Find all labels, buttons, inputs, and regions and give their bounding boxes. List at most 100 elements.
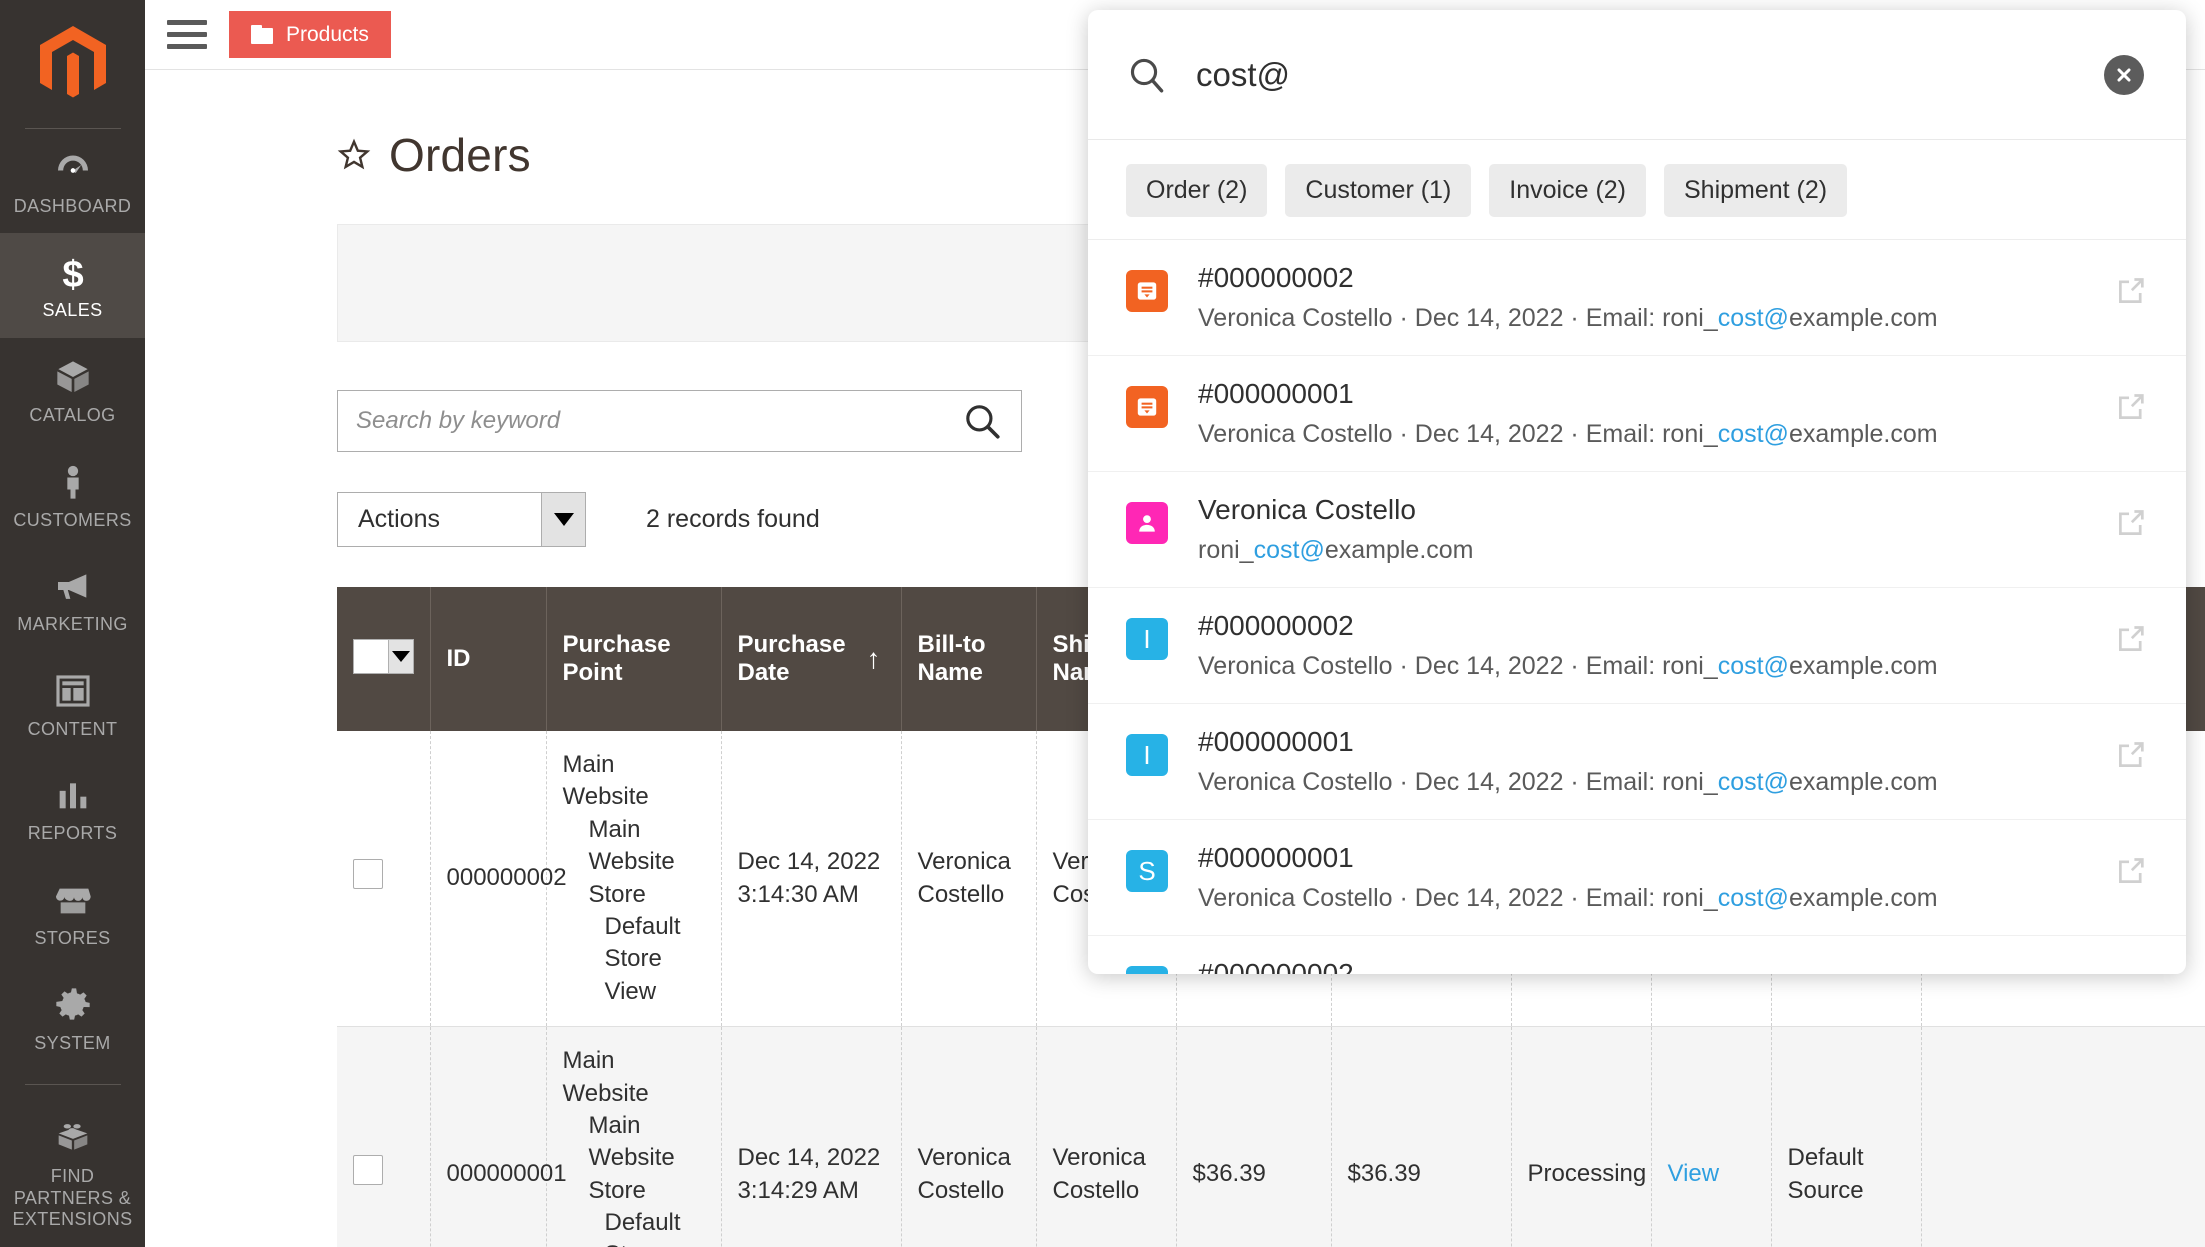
close-icon bbox=[2117, 67, 2131, 82]
external-link-icon[interactable] bbox=[2114, 506, 2148, 545]
row-checkbox[interactable] bbox=[353, 1154, 383, 1185]
purchase-point-line-1: Main Website bbox=[562, 1047, 649, 1107]
search-result-item[interactable]: #000000002 Veronica Costello · Dec 14, 20… bbox=[1088, 240, 2186, 356]
gear-icon bbox=[53, 984, 93, 1026]
sidebar-divider-bottom bbox=[24, 1084, 121, 1086]
result-text: #000000002 Veronica Costello · Dec 14, 20… bbox=[1198, 610, 2084, 681]
svg-text:$: $ bbox=[62, 253, 83, 292]
keyword-search-box[interactable] bbox=[337, 390, 1022, 452]
sidebar-item-label: REPORTS bbox=[27, 823, 118, 844]
table-row[interactable]: 000000001 Main Website Main Website Store D… bbox=[337, 1026, 2205, 1247]
sidebar-item-reports[interactable]: REPORTS bbox=[0, 756, 145, 861]
magento-logo[interactable] bbox=[0, 0, 145, 128]
global-search-input[interactable] bbox=[1196, 55, 2104, 94]
sidebar-item-dashboard[interactable]: DASHBOARD bbox=[0, 129, 145, 234]
column-header-purchase_point[interactable]: Purchase Point bbox=[546, 587, 722, 731]
sidebar-item-label: FIND PARTNERS & EXTENSIONS bbox=[12, 1166, 133, 1230]
close-circle-icon[interactable] bbox=[2104, 54, 2144, 95]
box-icon bbox=[53, 356, 93, 398]
result-subtitle-suffix: example.com bbox=[1788, 884, 1938, 912]
result-subtitle-suffix: example.com bbox=[1788, 304, 1938, 332]
magento-logo-icon bbox=[39, 25, 106, 98]
magnifier-icon[interactable] bbox=[961, 400, 1003, 442]
search-input[interactable] bbox=[356, 407, 961, 435]
sidebar-item-catalog[interactable]: CATALOG bbox=[0, 338, 145, 443]
chevron-down-icon[interactable] bbox=[388, 639, 413, 673]
search-filter-tab-invoice[interactable]: Invoice (2) bbox=[1489, 164, 1646, 217]
column-header-label: ID bbox=[446, 645, 471, 672]
result-text: #000000001 Veronica Costello · Dec 14, 20… bbox=[1198, 726, 2084, 797]
cell-purchase-point: Main WebsiteMain Website StoreDefault St… bbox=[546, 731, 722, 1028]
sidebar-item-stores[interactable]: STORES bbox=[0, 861, 145, 966]
result-subtitle-highlight: cost@ bbox=[1717, 768, 1789, 796]
cell-ship-to-name: Veronica Costello bbox=[1036, 1026, 1177, 1247]
select-all-checkbox[interactable] bbox=[354, 639, 388, 673]
page-title: Orders bbox=[389, 129, 531, 181]
folder-icon bbox=[251, 25, 273, 44]
actions-dropdown[interactable]: Actions bbox=[337, 492, 586, 547]
sidebar-item-system[interactable]: SYSTEM bbox=[0, 966, 145, 1071]
search-filter-tab-customer[interactable]: Customer (1) bbox=[1285, 164, 1472, 217]
cell-id: 000000001 bbox=[430, 1026, 567, 1247]
actions-dropdown-label: Actions bbox=[338, 493, 541, 546]
search-result-item[interactable]: S #000000001 Veronica Costello · Dec 14, 2… bbox=[1088, 820, 2186, 936]
external-link-icon[interactable] bbox=[2114, 390, 2148, 429]
external-link-icon[interactable] bbox=[2114, 738, 2148, 777]
search-result-item[interactable]: S #000000002Veronica Costello · Dec 14, 2… bbox=[1088, 936, 2186, 974]
result-subtitle-suffix: example.com bbox=[1788, 652, 1938, 680]
cell-extra bbox=[1921, 1026, 2205, 1247]
products-button-label: Products bbox=[286, 22, 369, 46]
invoice-letter-icon: I bbox=[1143, 740, 1151, 770]
search-filter-tab-order[interactable]: Order (2) bbox=[1126, 164, 1268, 217]
sidebar-item-label: CUSTOMERS bbox=[13, 509, 132, 530]
row-checkbox[interactable] bbox=[353, 858, 383, 889]
global-search-panel: Order (2) Customer (1) Invoice (2) Shipment… bbox=[1088, 10, 2186, 974]
result-subtitle-suffix: example.com bbox=[1324, 536, 1474, 564]
person-icon bbox=[53, 461, 93, 503]
global-search-field[interactable] bbox=[1088, 10, 2186, 140]
result-subtitle-prefix: Veronica Costello · Dec 14, 2022 · Email… bbox=[1198, 304, 1718, 332]
global-search-tabs: Order (2) Customer (1) Invoice (2) Shipment… bbox=[1088, 140, 2186, 240]
result-subtitle: Veronica Costello · Dec 14, 2022 · Email… bbox=[1198, 420, 2084, 449]
sidebar-item-customers[interactable]: CUSTOMERS bbox=[0, 443, 145, 548]
star-outline-icon[interactable] bbox=[337, 138, 371, 172]
external-link-icon[interactable] bbox=[2114, 970, 2148, 974]
purchase-point-line-2: Main Website Store bbox=[588, 1111, 675, 1204]
products-button[interactable]: Products bbox=[229, 11, 391, 58]
column-header-select[interactable] bbox=[337, 587, 431, 731]
external-link-icon[interactable] bbox=[2114, 274, 2148, 313]
result-text: #000000001 Veronica Costello · Dec 14, 20… bbox=[1198, 842, 2084, 913]
cell-grand-total-base: $36.39 bbox=[1176, 1026, 1332, 1247]
select-all-dropdown[interactable] bbox=[353, 638, 414, 674]
sidebar-item-content[interactable]: CONTENT bbox=[0, 652, 145, 757]
column-header-bill_to[interactable]: Bill-to Name bbox=[901, 587, 1037, 731]
result-subtitle-highlight: cost@ bbox=[1717, 652, 1789, 680]
result-title: #000000001 bbox=[1198, 726, 1354, 757]
row-select-cell bbox=[337, 731, 431, 1028]
sort-ascending-icon: ↑ bbox=[866, 643, 881, 674]
column-header-purchase_date[interactable]: Purchase Date ↑ bbox=[721, 587, 902, 731]
admin-sidebar: DASHBOARD $ SALES CATALOG CUSTOMERS MARKETING… bbox=[0, 0, 145, 1247]
admin-page: DASHBOARD $ SALES CATALOG CUSTOMERS MARKETING… bbox=[0, 0, 2205, 1247]
search-result-item[interactable]: Veronica Costello roni_cost@example.com bbox=[1088, 472, 2186, 588]
cell-bill-to-name: Veronica Costello bbox=[901, 1026, 1037, 1247]
column-header-id[interactable]: ID bbox=[430, 587, 547, 731]
search-result-item[interactable]: #000000001 Veronica Costello · Dec 14, 20… bbox=[1088, 356, 2186, 472]
search-filter-tab-shipment[interactable]: Shipment (2) bbox=[1664, 164, 1848, 217]
sidebar-item-sales[interactable]: $ SALES bbox=[0, 233, 145, 339]
external-link-icon[interactable] bbox=[2114, 622, 2148, 661]
external-link-icon[interactable] bbox=[2114, 854, 2148, 893]
sidebar-item-label: CONTENT bbox=[27, 718, 118, 739]
cell-purchase-date: Dec 14, 2022 3:14:29 AM bbox=[721, 1026, 902, 1247]
search-result-item[interactable]: I #000000002 Veronica Costello · Dec 14, 2… bbox=[1088, 588, 2186, 704]
result-text: #000000002 Veronica Costello · Dec 14, 20… bbox=[1198, 262, 2084, 333]
storefront-icon bbox=[53, 879, 93, 921]
result-subtitle: Veronica Costello · Dec 14, 2022 · Email… bbox=[1198, 884, 2084, 913]
result-text: #000000001 Veronica Costello · Dec 14, 20… bbox=[1198, 378, 2084, 449]
search-result-item[interactable]: I #000000001 Veronica Costello · Dec 14, 2… bbox=[1088, 704, 2186, 820]
chevron-down-icon[interactable] bbox=[541, 493, 585, 546]
view-order-link[interactable]: View bbox=[1668, 1160, 1720, 1187]
sidebar-item-marketing[interactable]: MARKETING bbox=[0, 547, 145, 652]
hamburger-icon[interactable] bbox=[167, 19, 207, 51]
sidebar-item-find-partners-extensions[interactable]: FIND PARTNERS & EXTENSIONS bbox=[0, 1099, 145, 1247]
